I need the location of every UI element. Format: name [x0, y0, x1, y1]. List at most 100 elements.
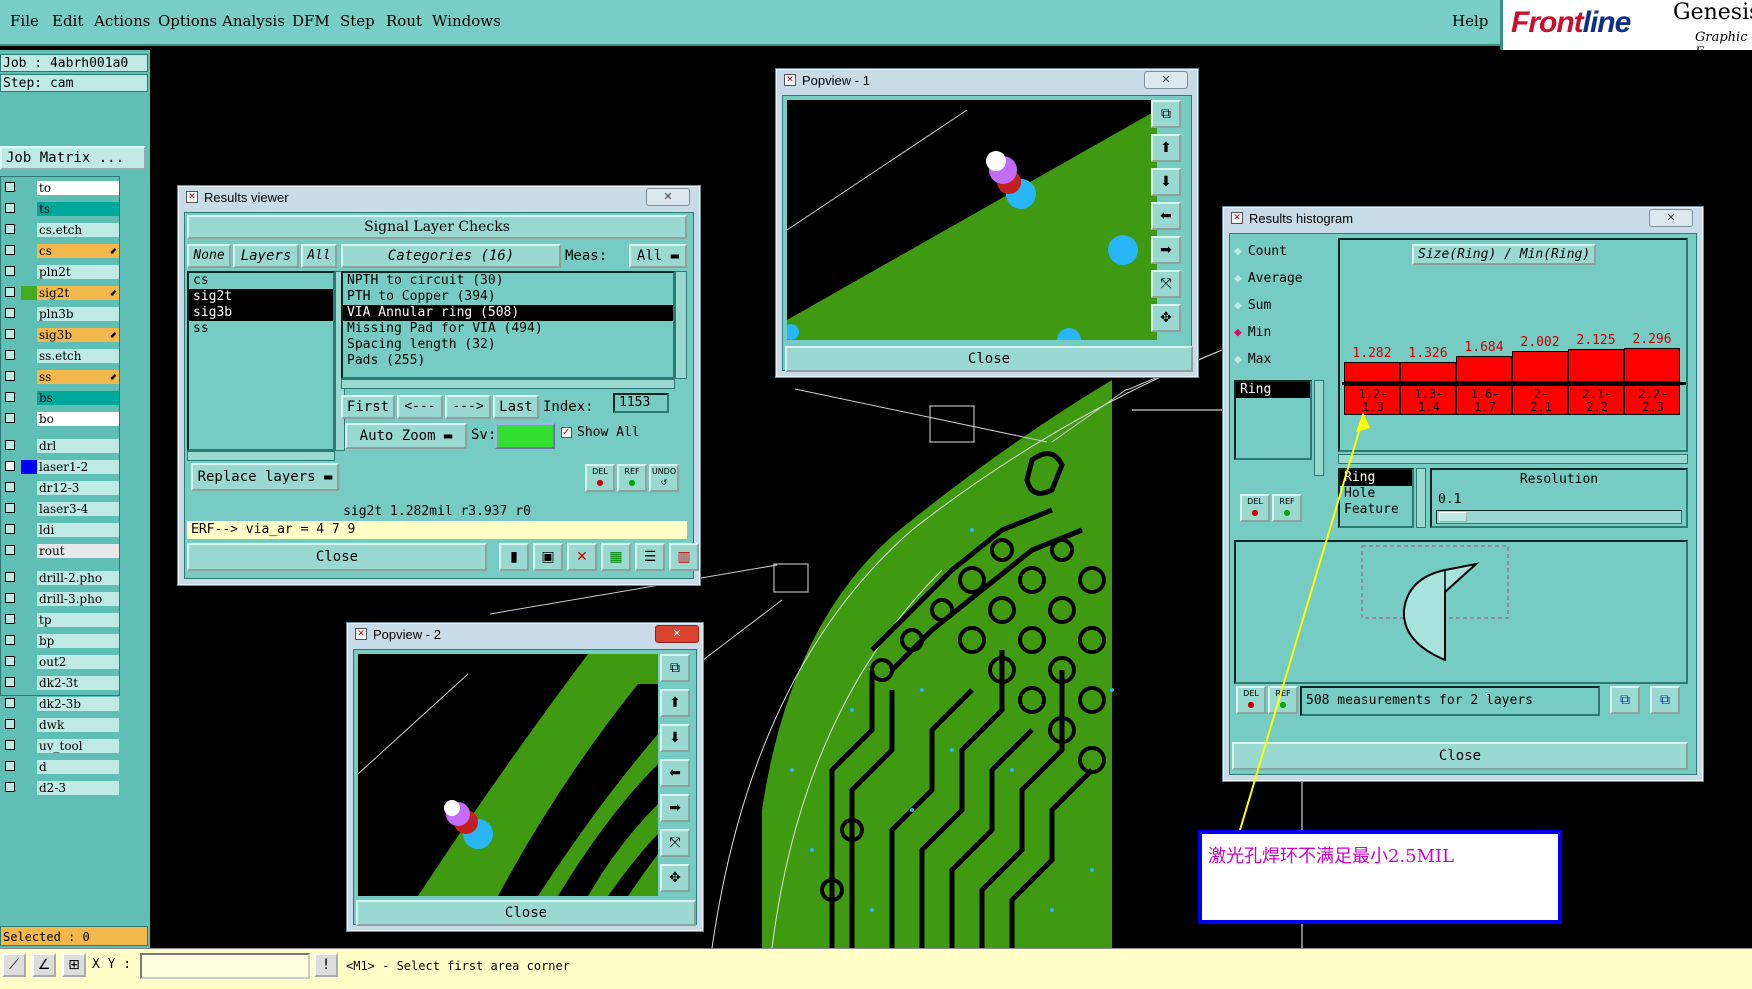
- layer-row[interactable]: cs.etch: [3, 223, 119, 237]
- categories-hscrollbar[interactable]: [341, 379, 675, 389]
- pan-up-icon[interactable]: ⬆: [1151, 134, 1181, 162]
- layer-name[interactable]: dk2-3t: [37, 676, 119, 690]
- layer-name[interactable]: pln3b: [37, 307, 119, 321]
- menu-dfm[interactable]: DFM: [292, 12, 330, 30]
- menu-actions[interactable]: Actions: [94, 12, 150, 30]
- grid-icon[interactable]: ⊞: [62, 953, 86, 977]
- histogram-list-scrollbar[interactable]: [1314, 380, 1324, 476]
- layer-row[interactable]: tp: [3, 613, 119, 627]
- layer-row[interactable]: dk2-3t: [3, 676, 119, 690]
- layer-checkbox[interactable]: [5, 503, 15, 513]
- pan-right-icon[interactable]: ➡: [1151, 236, 1181, 264]
- last-button[interactable]: Last: [493, 395, 539, 419]
- list-item[interactable]: Hole: [1340, 486, 1412, 502]
- slider-thumb[interactable]: [1439, 512, 1467, 522]
- result-tool-icon-5[interactable]: ☰: [635, 543, 665, 571]
- option-max[interactable]: ◆ Max: [1234, 350, 1271, 370]
- ref-button[interactable]: REF ●: [617, 464, 647, 492]
- layer-row[interactable]: drill-2.pho: [3, 571, 119, 585]
- layer-name[interactable]: laser1-2: [37, 460, 119, 474]
- list-item[interactable]: PTH to Copper (394): [343, 289, 673, 305]
- zoom-fit-icon[interactable]: ⧉: [660, 654, 690, 682]
- layer-name[interactable]: drill-3.pho: [37, 592, 119, 606]
- layer-name[interactable]: drill-2.pho: [37, 571, 119, 585]
- pan-right-icon[interactable]: ➡: [660, 794, 690, 822]
- layer-row[interactable]: bs: [3, 391, 119, 405]
- layer-name[interactable]: rout: [37, 544, 119, 558]
- categories-scrollbar[interactable]: [675, 271, 687, 379]
- layer-checkbox[interactable]: [5, 719, 15, 729]
- histogram-icon[interactable]: ▥: [669, 543, 699, 571]
- undo-button[interactable]: UNDO ↺: [649, 464, 679, 492]
- layer-checkbox[interactable]: [5, 224, 15, 234]
- pan-left-icon[interactable]: ⬅: [660, 759, 690, 787]
- list-item[interactable]: cs: [189, 273, 333, 289]
- signal-layer-checks-header[interactable]: Signal Layer Checks: [187, 215, 687, 239]
- layer-name[interactable]: pln2t: [37, 265, 119, 279]
- show-all-checkbox[interactable]: ✓: [561, 427, 572, 438]
- list-item[interactable]: NPTH to circuit (30): [343, 273, 673, 289]
- menu-file[interactable]: File: [10, 12, 39, 30]
- popview-2-canvas[interactable]: [358, 654, 658, 896]
- close-button[interactable]: Close: [187, 543, 487, 571]
- histogram-hscrollbar[interactable]: [1338, 454, 1688, 464]
- close-icon[interactable]: ✕: [1649, 209, 1693, 227]
- layer-name[interactable]: ss ⬋: [37, 370, 119, 384]
- histogram-bar[interactable]: [1624, 348, 1680, 382]
- list-item[interactable]: Spacing length (32): [343, 337, 673, 353]
- histogram-chart[interactable]: Size(Ring) / Min(Ring) 1.282 1.2- 1.3 1.326…: [1338, 238, 1688, 452]
- popview-1-canvas[interactable]: [787, 100, 1157, 340]
- layer-row[interactable]: bp: [3, 634, 119, 648]
- info-icon[interactable]: !: [314, 953, 338, 977]
- menu-help[interactable]: Help: [1452, 12, 1488, 30]
- ref-button-2[interactable]: REF ●: [1268, 686, 1298, 714]
- result-tool-icon-4[interactable]: ▦: [601, 543, 631, 571]
- list-item[interactable]: Missing Pad for VIA (494): [343, 321, 673, 337]
- pan-down-icon[interactable]: ⬇: [1151, 168, 1181, 196]
- first-button[interactable]: First: [341, 395, 395, 419]
- menu-options[interactable]: Options: [158, 12, 217, 30]
- layer-name[interactable]: out2: [37, 655, 119, 669]
- layer-row[interactable]: laser3-4: [3, 502, 119, 516]
- layer-name[interactable]: uv_tool: [37, 739, 119, 753]
- layer-checkbox[interactable]: [5, 545, 15, 555]
- result-tool-icon-2[interactable]: ▣: [533, 543, 563, 571]
- layer-name[interactable]: ts: [37, 202, 119, 216]
- zoom-in-icon[interactable]: ✥: [1151, 304, 1181, 332]
- layer-row[interactable]: ldi: [3, 523, 119, 537]
- layer-row[interactable]: to: [3, 181, 119, 195]
- layer-checkbox[interactable]: [5, 482, 15, 492]
- none-button[interactable]: None: [187, 244, 231, 268]
- histogram-bar[interactable]: [1568, 349, 1624, 382]
- layer-row[interactable]: pln3b: [3, 307, 119, 321]
- replace-layers-dropdown[interactable]: Replace layers ▬: [191, 463, 339, 491]
- layers-listbox[interactable]: cs sig2t sig3b ss: [187, 271, 335, 451]
- layer-row[interactable]: bo: [3, 412, 119, 426]
- layer-row[interactable]: laser1-2: [3, 460, 119, 474]
- menu-rout[interactable]: Rout: [386, 12, 422, 30]
- layer-name[interactable]: cs.etch: [37, 223, 119, 237]
- layer-row[interactable]: d2-3: [3, 781, 119, 795]
- layer-row[interactable]: ss ⬋: [3, 370, 119, 384]
- close-button[interactable]: Close: [356, 900, 696, 926]
- list-item[interactable]: sig2t: [189, 289, 333, 305]
- layer-checkbox[interactable]: [5, 524, 15, 534]
- sv-color-dropdown[interactable]: [495, 423, 555, 449]
- layer-row[interactable]: ss.etch: [3, 349, 119, 363]
- meas-dropdown[interactable]: All ▬: [629, 244, 687, 268]
- pan-left-icon[interactable]: ⬅: [1151, 202, 1181, 230]
- layer-checkbox[interactable]: [5, 635, 15, 645]
- layer-checkbox[interactable]: [5, 572, 15, 582]
- layer-name[interactable]: bo: [37, 412, 119, 426]
- resolution-slider[interactable]: [1436, 510, 1682, 524]
- layer-checkbox[interactable]: [5, 461, 15, 471]
- del-button[interactable]: DEL ●: [585, 464, 615, 492]
- layer-checkbox[interactable]: [5, 593, 15, 603]
- layer-name[interactable]: sig3b ⬋: [37, 328, 119, 342]
- list-item[interactable]: Pads (255): [343, 353, 673, 369]
- export-2-icon[interactable]: ⧉: [1650, 686, 1680, 714]
- layer-checkbox[interactable]: [5, 677, 15, 687]
- layer-checkbox[interactable]: [5, 656, 15, 666]
- layer-row[interactable]: pln2t: [3, 265, 119, 279]
- type-scrollbar[interactable]: [1416, 468, 1426, 528]
